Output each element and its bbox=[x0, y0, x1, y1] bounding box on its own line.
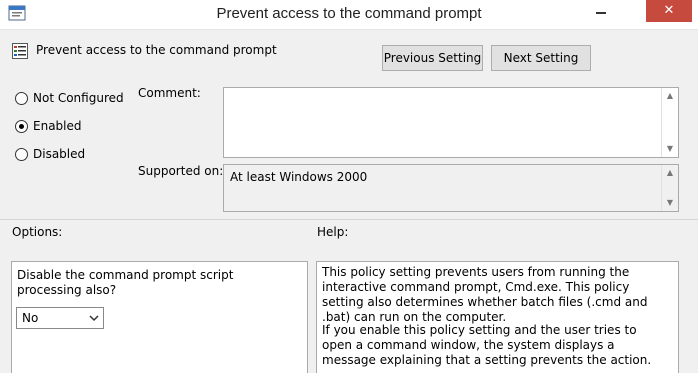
radio-label: Not Configured bbox=[33, 91, 124, 105]
supported-on-label: Supported on: bbox=[138, 164, 224, 178]
radio-not-configured[interactable]: Not Configured bbox=[15, 91, 124, 105]
close-button[interactable]: ✕ bbox=[646, 0, 692, 22]
script-processing-select[interactable]: No bbox=[16, 307, 104, 329]
comment-label: Comment: bbox=[138, 86, 201, 100]
radio-circle[interactable] bbox=[15, 147, 28, 161]
radio-label: Disabled bbox=[33, 147, 86, 161]
scroll-up-icon[interactable]: ▲ bbox=[666, 169, 674, 177]
options-label: Options: bbox=[12, 225, 63, 239]
policy-setting-icon bbox=[12, 43, 28, 59]
scroll-down-icon[interactable]: ▼ bbox=[666, 199, 674, 207]
comment-scrollbar[interactable]: ▲ ▼ bbox=[661, 88, 678, 157]
supported-on-box: At least Windows 2000 ▲ ▼ bbox=[223, 164, 679, 212]
title-bar[interactable]: Prevent access to the command prompt ✕ bbox=[0, 0, 698, 30]
previous-setting-button[interactable]: Previous Setting bbox=[382, 45, 483, 71]
minimize-button[interactable] bbox=[586, 0, 616, 22]
radio-circle[interactable] bbox=[15, 91, 28, 105]
help-paragraph: If you enable this policy setting and th… bbox=[322, 323, 652, 367]
chevron-down-icon bbox=[89, 315, 99, 322]
comment-textarea[interactable]: ▲ ▼ bbox=[223, 87, 679, 158]
supported-scrollbar[interactable]: ▲ ▼ bbox=[661, 165, 678, 211]
policy-dialog-window: Prevent access to the command prompt ✕ P… bbox=[0, 0, 698, 373]
select-value: No bbox=[22, 311, 39, 325]
help-label: Help: bbox=[317, 225, 349, 239]
policy-name: Prevent access to the command prompt bbox=[36, 43, 277, 57]
radio-disabled[interactable]: Disabled bbox=[15, 147, 85, 161]
radio-enabled[interactable]: Enabled bbox=[15, 119, 82, 133]
scroll-down-icon[interactable]: ▼ bbox=[666, 145, 674, 153]
scroll-up-icon[interactable]: ▲ bbox=[666, 92, 674, 100]
help-paragraph: This policy setting prevents users from … bbox=[322, 265, 648, 324]
options-question: Disable the command prompt script proces… bbox=[17, 268, 234, 297]
section-divider bbox=[0, 219, 698, 220]
radio-circle[interactable] bbox=[15, 119, 28, 133]
radio-label: Enabled bbox=[33, 119, 82, 133]
next-setting-button[interactable]: Next Setting bbox=[491, 45, 591, 71]
help-panel: This policy setting prevents users from … bbox=[316, 261, 679, 373]
options-panel: Disable the command prompt script proces… bbox=[11, 261, 308, 373]
supported-on-value: At least Windows 2000 bbox=[230, 170, 368, 184]
